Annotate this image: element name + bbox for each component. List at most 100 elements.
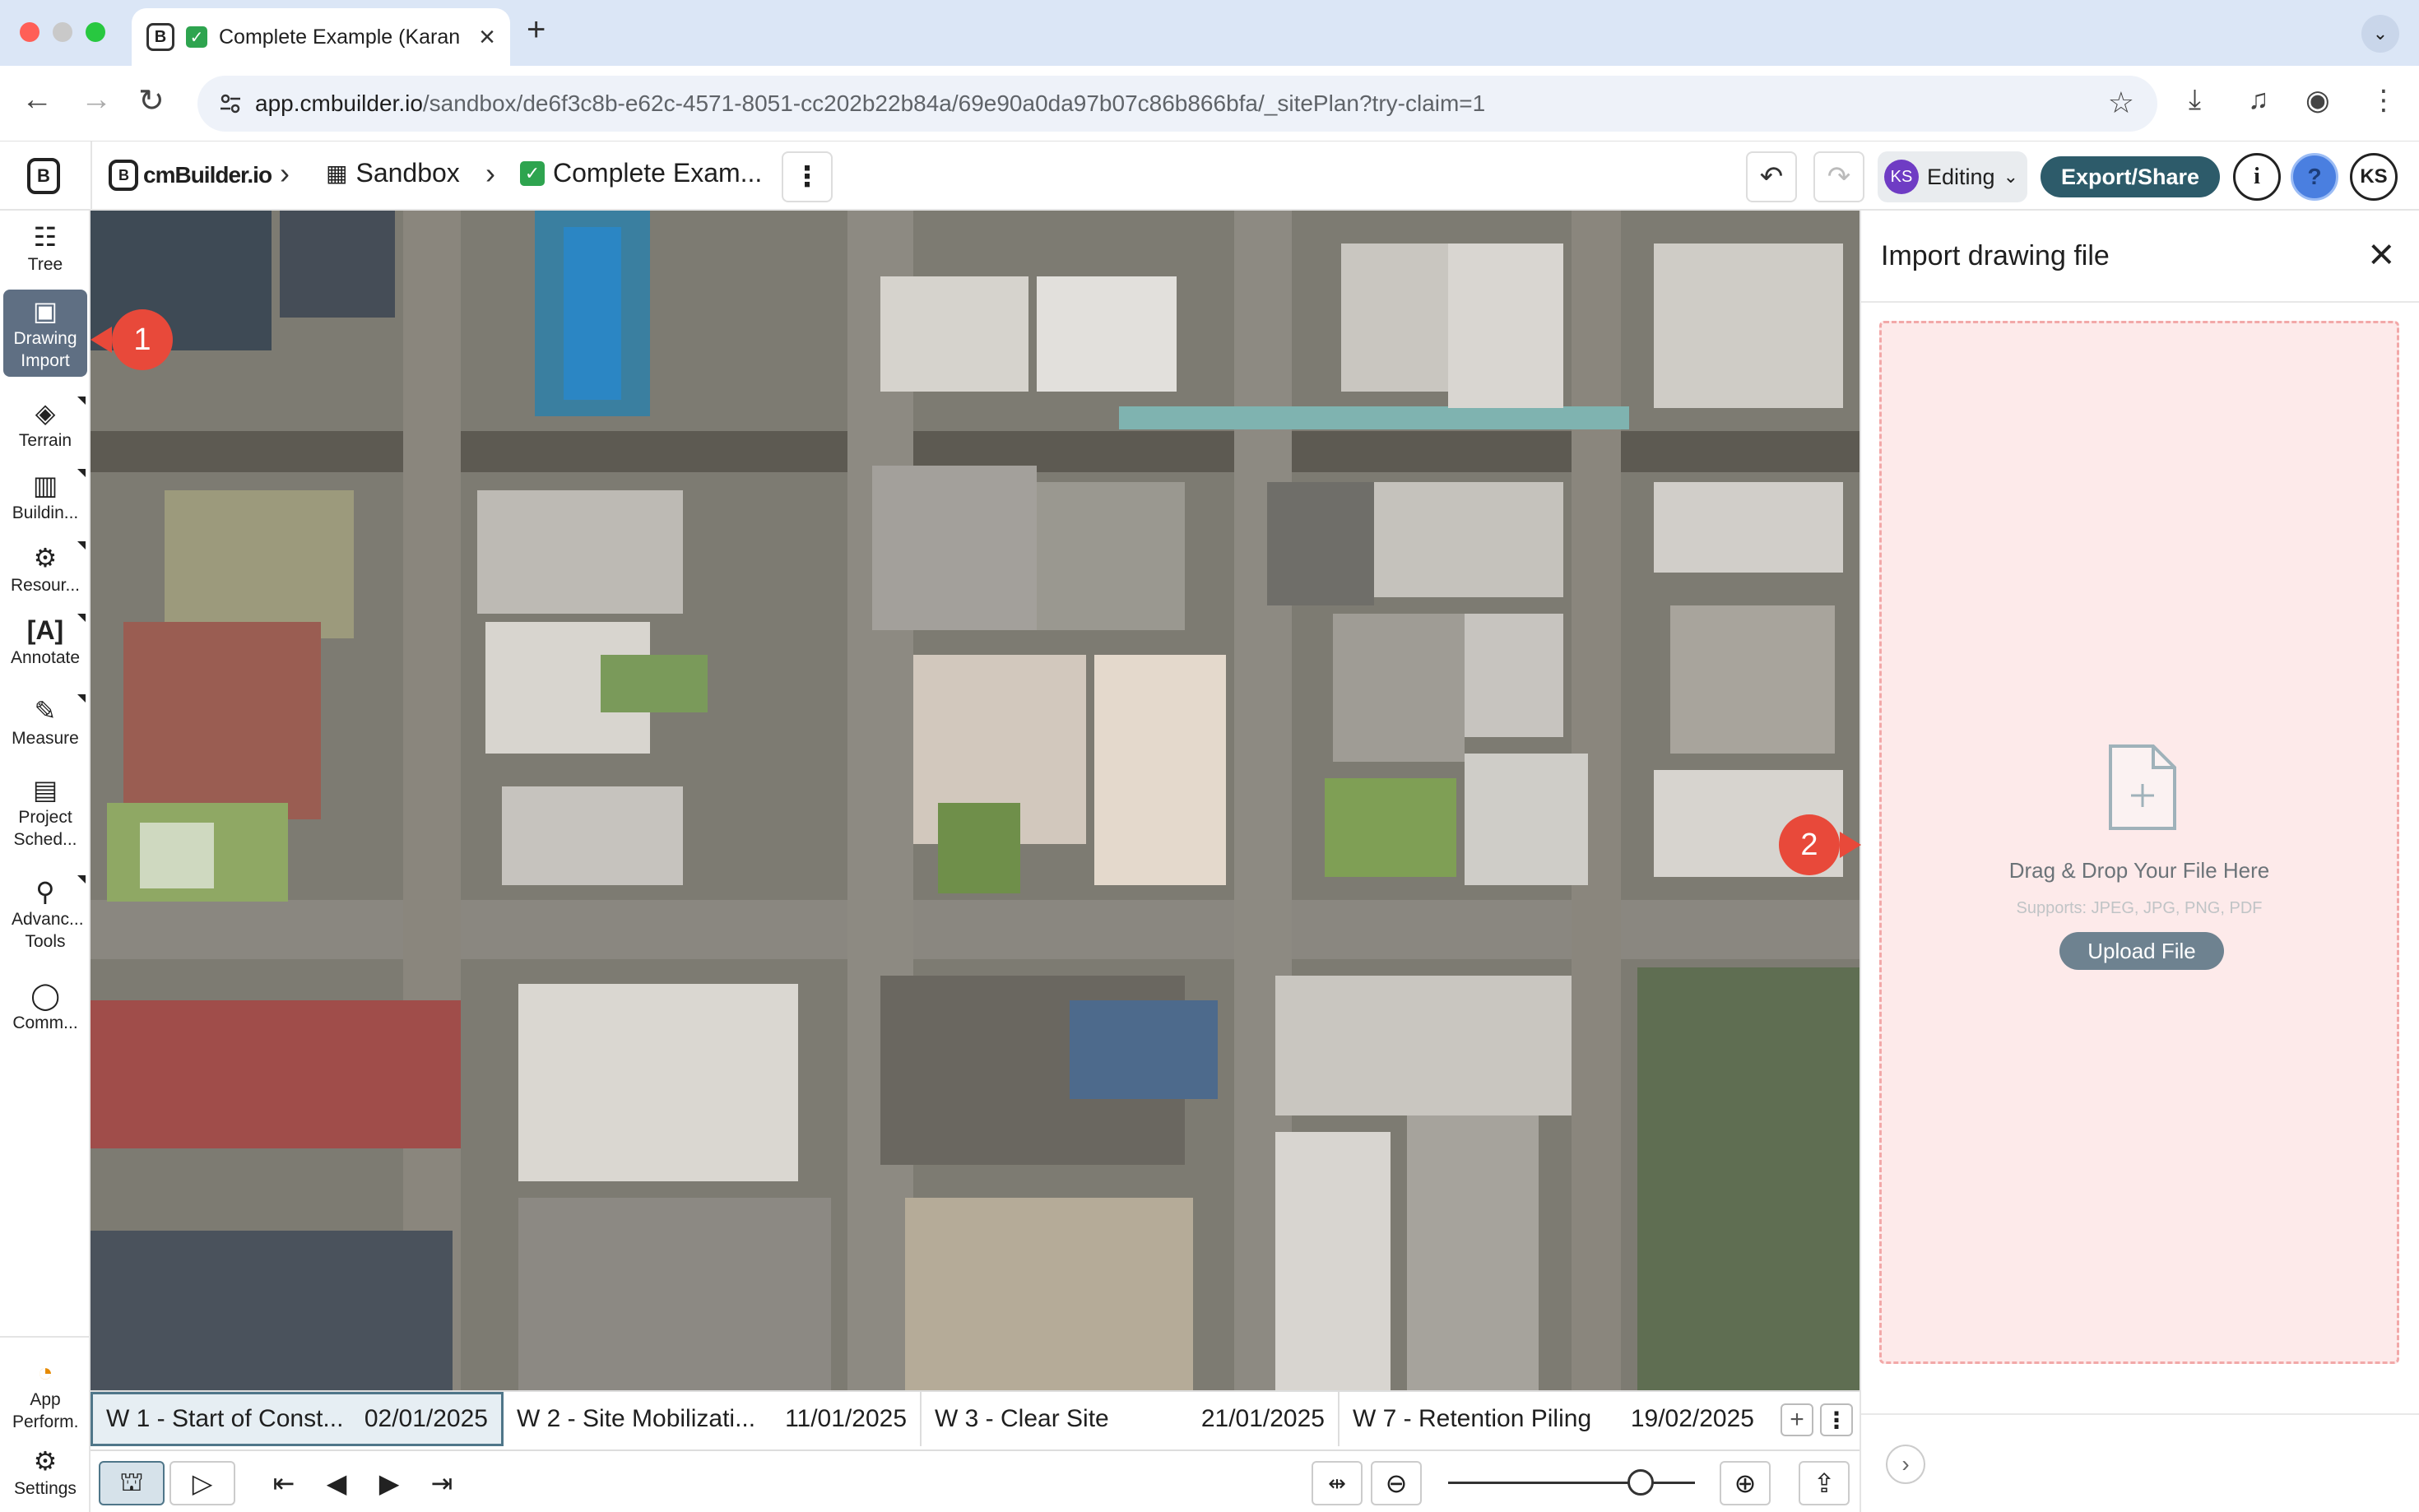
- redo-button[interactable]: ↷: [1813, 151, 1864, 202]
- submenu-indicator-icon: [77, 875, 86, 884]
- user-avatar-button[interactable]: KS: [2350, 153, 2398, 201]
- phase-tab-3[interactable]: W 3 - Clear Site 21/01/2025: [922, 1392, 1340, 1446]
- sidebar-item-drawing-import[interactable]: ▣ Drawing Import: [3, 290, 87, 377]
- comment-icon: ◯: [30, 981, 60, 1010]
- bookmark-star-icon[interactable]: ☆: [2108, 86, 2134, 120]
- info-button[interactable]: i: [2233, 153, 2281, 201]
- tab-search-chevron-icon[interactable]: ⌄: [2361, 15, 2399, 53]
- profile-icon[interactable]: ◉: [2305, 84, 2330, 117]
- callout-badge: 2: [1779, 814, 1840, 875]
- editing-mode-dropdown[interactable]: KS Editing ⌄: [1878, 151, 2027, 202]
- submenu-indicator-icon: [77, 541, 86, 550]
- sidebar-item-tree[interactable]: ☷ Tree: [3, 220, 87, 276]
- sidebar-item-comments[interactable]: ◯ Comm...: [3, 979, 87, 1034]
- callout-pointer-icon: [91, 327, 112, 353]
- sidebar-item-project-schedule[interactable]: ▤ Project Sched...: [3, 773, 87, 851]
- download-icon[interactable]: ⤓: [2189, 84, 2201, 116]
- resources-icon: ⚙: [33, 543, 58, 573]
- project-menu-button[interactable]: ⋮: [782, 151, 833, 202]
- maximize-window-button[interactable]: [86, 22, 105, 42]
- phase-tab-1[interactable]: W 1 - Start of Const... 02/01/2025: [91, 1392, 504, 1446]
- add-phase-button[interactable]: +: [1781, 1403, 1813, 1436]
- site-view-button[interactable]: ⛫: [99, 1461, 165, 1505]
- upload-file-button[interactable]: Upload File: [2059, 932, 2224, 970]
- close-tab-icon[interactable]: ×: [479, 21, 495, 53]
- submenu-indicator-icon: [77, 694, 86, 703]
- undo-button[interactable]: ↶: [1746, 151, 1797, 202]
- forward-icon[interactable]: →: [81, 82, 112, 118]
- folder-icon: ▦: [326, 160, 348, 186]
- phase-tab-2[interactable]: W 2 - Site Mobilizati... 11/01/2025: [504, 1392, 922, 1446]
- reload-icon[interactable]: ↻: [138, 82, 165, 119]
- breadcrumb-project[interactable]: ✓ Complete Exam...: [520, 158, 762, 188]
- new-tab-button[interactable]: +: [527, 12, 546, 49]
- panel-expand-chevron-icon[interactable]: ›: [1886, 1445, 1925, 1484]
- panel-divider: [1861, 301, 2419, 303]
- gear-icon: ⚙: [33, 1446, 58, 1476]
- upload-icon: ⇪: [1813, 1468, 1836, 1498]
- sidebar-item-label: Tree: [27, 255, 63, 274]
- sidebar-item-terrain[interactable]: ◈ Terrain: [3, 397, 87, 452]
- tree-icon: ☷: [33, 222, 58, 252]
- phase-tab-4[interactable]: W 7 - Retention Piling 19/02/2025: [1340, 1392, 1767, 1446]
- close-window-button[interactable]: [20, 22, 39, 42]
- step-back-icon: ◀: [326, 1468, 347, 1498]
- phase-date: 19/02/2025: [1630, 1405, 1754, 1432]
- image-icon: ▣: [32, 296, 58, 326]
- sidebar-item-buildings[interactable]: ▥ Buildin...: [3, 469, 87, 524]
- close-icon[interactable]: ×: [2368, 229, 2394, 280]
- skip-back-icon: ⇤: [272, 1468, 295, 1498]
- presentation-button[interactable]: ▷: [169, 1461, 235, 1505]
- logo-icon: B: [27, 158, 60, 194]
- browser-menu-icon[interactable]: ⋮: [2370, 84, 2398, 117]
- tab-title: Complete Example (Karan: [219, 25, 461, 49]
- sidebar-item-label: Measure: [12, 729, 79, 748]
- url-host: app.cmbuilder.io: [255, 90, 423, 116]
- zoom-slider-track[interactable]: [1448, 1482, 1695, 1484]
- sidebar-item-settings[interactable]: ⚙ Settings: [3, 1445, 87, 1500]
- app-logo[interactable]: B: [18, 153, 69, 199]
- export-share-button[interactable]: Export/Share: [2041, 156, 2220, 197]
- zoom-in-button[interactable]: ⊕: [1720, 1461, 1771, 1505]
- back-icon[interactable]: ←: [21, 82, 53, 118]
- media-control-icon[interactable]: ♫: [2248, 84, 2269, 116]
- sidebar-item-measure[interactable]: ✎ Measure: [3, 694, 87, 749]
- zoom-slider-handle[interactable]: [1627, 1469, 1654, 1496]
- phase-menu-button[interactable]: ⋮: [1820, 1403, 1853, 1436]
- brand-link[interactable]: BcmBuilder.io: [109, 160, 272, 191]
- map-canvas[interactable]: 1 ⇑TN ⧉ 2D ☂: [91, 211, 1860, 1390]
- phase-date: 02/01/2025: [364, 1405, 488, 1432]
- phase-name: W 3 - Clear Site: [935, 1405, 1109, 1432]
- annotate-icon: [A]: [26, 615, 64, 645]
- sidebar-item-advanced-tools[interactable]: ⚲ Advanc... Tools: [3, 875, 87, 953]
- site-settings-icon[interactable]: [219, 92, 242, 115]
- zoom-in-icon: ⊕: [1734, 1468, 1757, 1498]
- minimize-window-button[interactable]: [53, 22, 72, 42]
- help-button[interactable]: ?: [2291, 153, 2338, 201]
- fit-width-button[interactable]: ⇹: [1312, 1461, 1363, 1505]
- sidebar-item-app-performance[interactable]: ◔ App Perform.: [3, 1356, 87, 1433]
- brand-logo-icon: B: [109, 160, 138, 191]
- sidebar-item-resources[interactable]: ⚙ Resour...: [3, 541, 87, 596]
- previous-phase-button[interactable]: ◀: [316, 1461, 357, 1505]
- sidebar-item-label: Terrain: [18, 431, 72, 450]
- brand-name: cmBuilder.io: [143, 162, 272, 188]
- chevron-right-icon: ›: [485, 156, 495, 190]
- address-toolbar: ← → ↻ app.cmbuilder.io/sandbox/de6f3c8b-…: [0, 66, 2419, 141]
- url-bar[interactable]: app.cmbuilder.io/sandbox/de6f3c8b-e62c-4…: [197, 76, 2157, 132]
- building-icon: ▥: [32, 471, 58, 500]
- sidebar-item-annotate[interactable]: [A] Annotate: [3, 614, 87, 669]
- chevron-down-icon: ⌄: [2003, 166, 2018, 187]
- export-view-button[interactable]: ⇪: [1799, 1461, 1850, 1505]
- breadcrumb-sandbox[interactable]: ▦ Sandbox: [326, 158, 460, 188]
- submenu-indicator-icon: [77, 397, 86, 405]
- file-dropzone[interactable]: Drag & Drop Your File Here Supports: JPE…: [1879, 321, 2399, 1364]
- phase-name: W 1 - Start of Const...: [106, 1405, 344, 1432]
- next-phase-button[interactable]: ▶: [369, 1461, 410, 1505]
- first-phase-button[interactable]: ⇤: [263, 1461, 304, 1505]
- browser-tab-strip: B ✓ Complete Example (Karan × + ⌄: [0, 0, 2419, 66]
- play-screen-icon: ▷: [192, 1468, 213, 1498]
- zoom-out-button[interactable]: ⊖: [1371, 1461, 1422, 1505]
- browser-tab[interactable]: B ✓ Complete Example (Karan ×: [132, 8, 510, 66]
- last-phase-button[interactable]: ⇥: [421, 1461, 462, 1505]
